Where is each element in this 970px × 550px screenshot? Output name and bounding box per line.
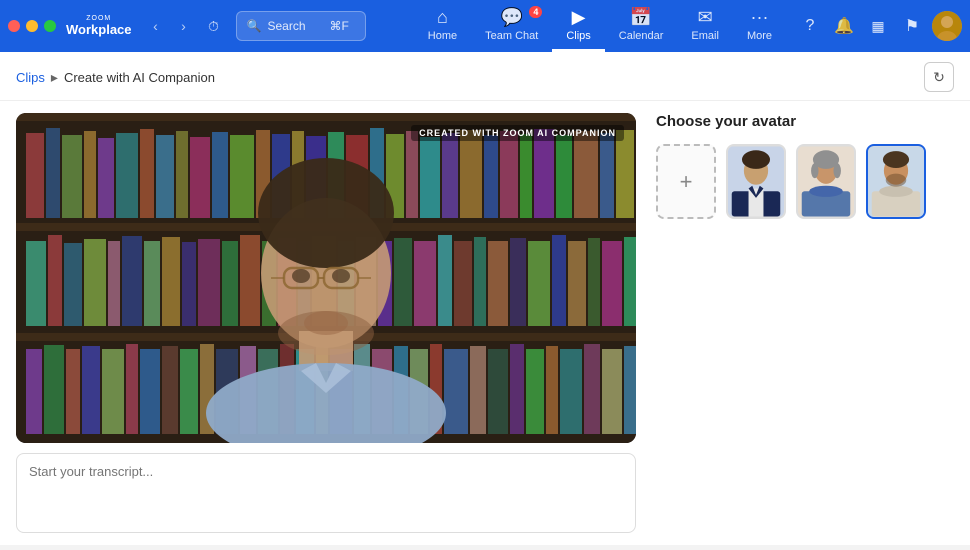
video-watermark: CREATED WITH ZOOM AI COMPANION: [411, 125, 624, 141]
nav-clips[interactable]: ▶ Clips: [552, 0, 604, 52]
topbar: zoom Workplace ‹ › ⏱ 🔍 Search ⌘F ⌂ Home …: [0, 0, 970, 52]
breadcrumb-bar: Clips ▸ Create with AI Companion ↻: [0, 52, 970, 101]
notifications-button[interactable]: 🔔: [830, 12, 858, 40]
user-avatar[interactable]: [932, 11, 962, 41]
more-icon: ···: [750, 7, 768, 28]
nav-team-chat-label: Team Chat: [485, 30, 538, 42]
close-button[interactable]: [8, 20, 20, 32]
calendar-icon: 📅: [630, 7, 652, 28]
avatar-section-title: Choose your avatar: [656, 113, 954, 130]
nav-home-label: Home: [428, 30, 457, 42]
team-chat-badge: 4: [529, 6, 542, 18]
home-icon: ⌂: [437, 7, 448, 28]
nav-email[interactable]: ✉ Email: [677, 0, 733, 52]
clips-icon: ▶: [572, 7, 586, 28]
search-label: Search: [267, 19, 305, 33]
right-panel: Choose your avatar +: [636, 113, 954, 538]
avatar-option-1[interactable]: [726, 144, 786, 219]
refresh-button[interactable]: ↻: [924, 62, 954, 92]
brand-name: zoom: [86, 15, 111, 22]
forward-arrow-button[interactable]: ›: [172, 14, 196, 38]
back-arrow-button[interactable]: ‹: [144, 14, 168, 38]
topbar-actions: ? 🔔 ▦ ⚑: [796, 11, 962, 41]
nav-more-label: More: [747, 30, 772, 42]
avatar-grid: +: [656, 144, 954, 219]
minimize-button[interactable]: [26, 20, 38, 32]
nav-email-label: Email: [691, 30, 719, 42]
avatar-3-image: [868, 144, 924, 219]
content-area: Clips ▸ Create with AI Companion ↻: [0, 52, 970, 545]
avatar-option-3[interactable]: [866, 144, 926, 219]
email-icon: ✉: [698, 7, 713, 28]
breadcrumb: Clips ▸ Create with AI Companion: [16, 69, 215, 86]
plus-icon: +: [680, 169, 693, 195]
video-section: CREATED WITH ZOOM AI COMPANION: [16, 113, 636, 538]
nav-clips-label: Clips: [566, 30, 590, 42]
star-action-button[interactable]: ⚑: [898, 12, 926, 40]
main-layout: CREATED WITH ZOOM AI COMPANION Choose yo…: [0, 101, 970, 550]
breadcrumb-separator: ▸: [51, 69, 58, 86]
search-bar[interactable]: 🔍 Search ⌘F: [236, 11, 366, 41]
team-chat-icon: 💬: [501, 7, 523, 28]
maximize-button[interactable]: [44, 20, 56, 32]
breadcrumb-clips-link[interactable]: Clips: [16, 70, 45, 85]
bookshelf-svg: [16, 113, 636, 443]
search-shortcut: ⌘F: [330, 19, 349, 33]
nav-items: ⌂ Home 💬 Team Chat 4 ▶ Clips 📅 Calendar …: [414, 0, 786, 52]
add-avatar-button[interactable]: +: [656, 144, 716, 219]
history-button[interactable]: ⏱: [200, 12, 228, 40]
transcript-area: [16, 453, 636, 538]
nav-home[interactable]: ⌂ Home: [414, 0, 471, 52]
nav-team-chat[interactable]: 💬 Team Chat 4: [471, 0, 552, 52]
search-icon: 🔍: [247, 19, 262, 33]
logo-area: zoom Workplace: [66, 15, 132, 37]
video-container: CREATED WITH ZOOM AI COMPANION: [16, 113, 636, 443]
app-title: Workplace: [66, 22, 132, 37]
transcript-input[interactable]: [16, 453, 636, 533]
window-controls: [8, 20, 56, 32]
nav-more[interactable]: ··· More: [733, 0, 786, 52]
nav-calendar-label: Calendar: [619, 30, 664, 42]
breadcrumb-current: Create with AI Companion: [64, 70, 215, 85]
avatar-option-2[interactable]: [796, 144, 856, 219]
nav-calendar[interactable]: 📅 Calendar: [605, 0, 678, 52]
help-button[interactable]: ?: [796, 12, 824, 40]
avatar-2-image: [798, 144, 854, 219]
calendar-action-button[interactable]: ▦: [864, 12, 892, 40]
avatar-1-image: [728, 144, 784, 219]
